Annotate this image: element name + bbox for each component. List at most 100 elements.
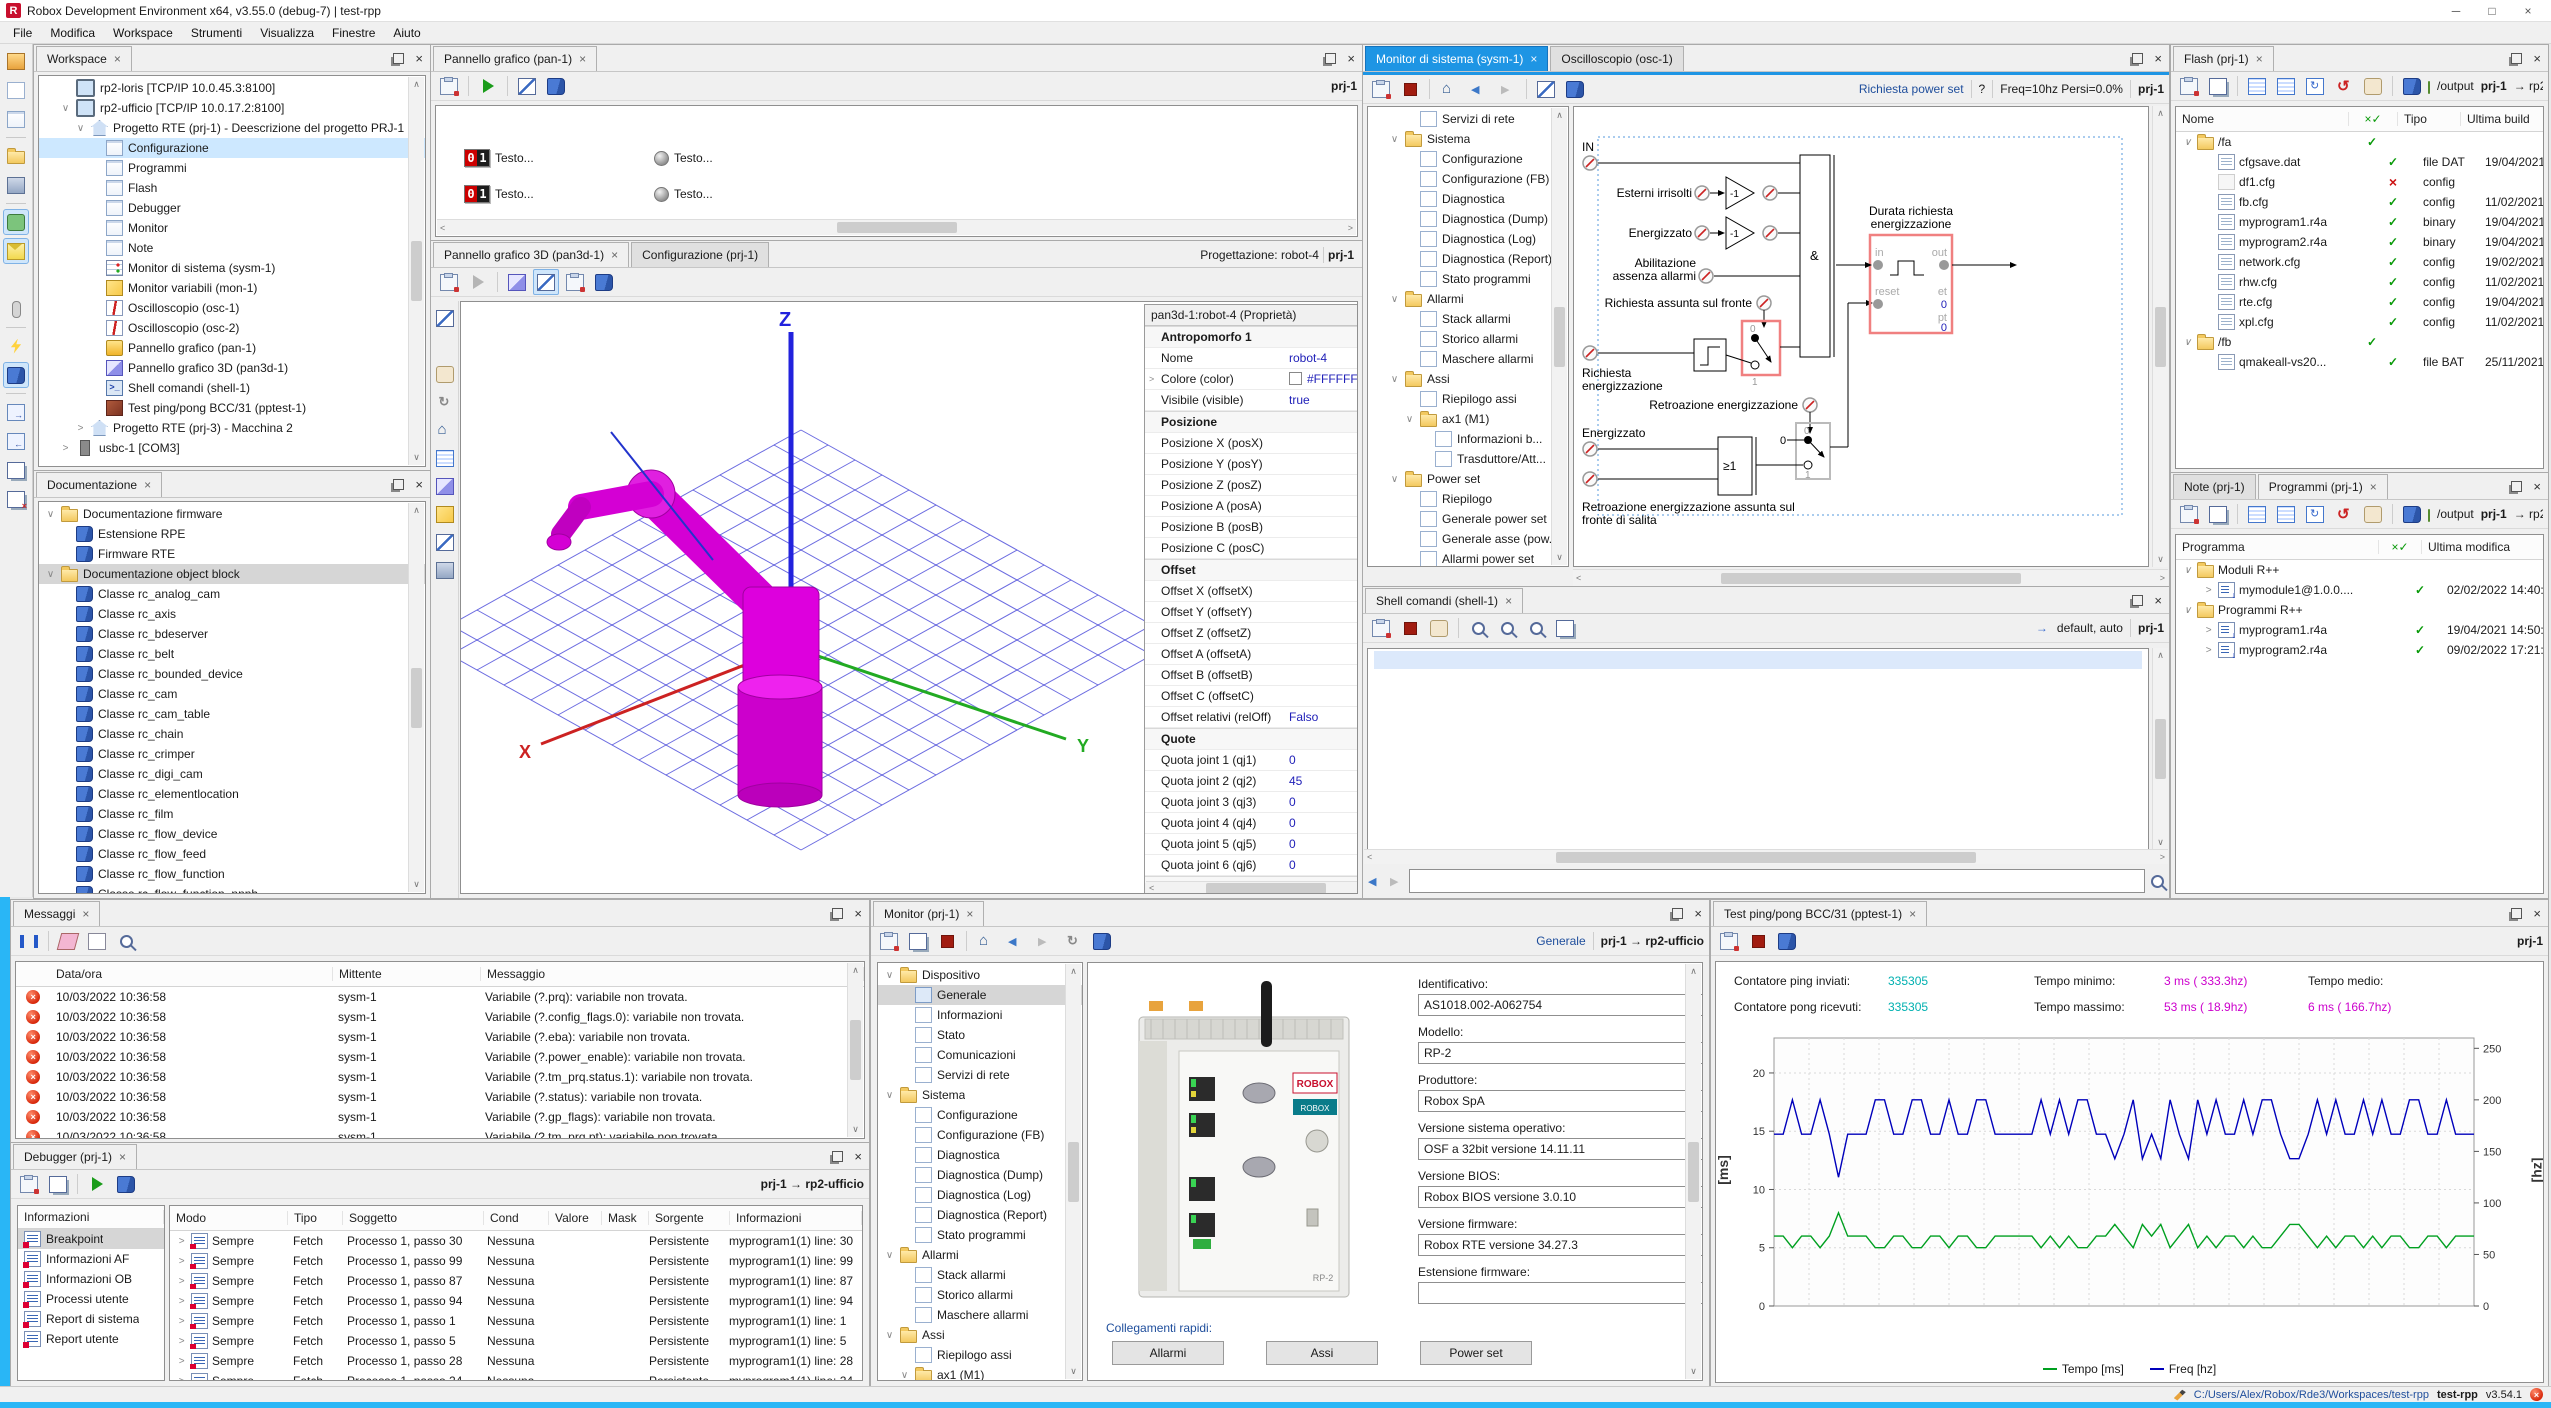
tab-graphic-3d[interactable]: Pannello grafico 3D (pan3d-1)× [433, 242, 629, 267]
panel-widget[interactable]: 01 Testo... [464, 146, 654, 170]
property-row[interactable]: Quota joint 3 (qj3) 0 [1145, 792, 1358, 813]
float-panel-icon[interactable] [832, 1151, 843, 1162]
tree-item[interactable]: Informazioni [878, 1005, 1082, 1025]
property-row[interactable]: Quota joint 5 (qj5) 0 [1145, 834, 1358, 855]
tree-item[interactable]: Classe rc_film [39, 804, 425, 824]
property-row[interactable]: Offset B (offsetB) [1145, 665, 1358, 686]
tree-item[interactable]: Stato [878, 1025, 1082, 1045]
flash-file-row[interactable]: qmakeall-vs20... file BAT 25/11/2021 15:… [2176, 352, 2543, 372]
tree-item[interactable]: Riepilogo assi [878, 1345, 1082, 1365]
flash-file-row[interactable]: rte.cfg config 19/04/2021 14:23:33 [2176, 292, 2543, 312]
menu-item[interactable]: Finestre [323, 23, 384, 43]
edit-button[interactable] [562, 269, 588, 295]
message-row[interactable]: 10/03/2022 10:36:58 sysm-1 Variabile (?.… [16, 1007, 864, 1027]
zoom-in-button[interactable] [1494, 615, 1520, 641]
build-all-button[interactable] [2273, 73, 2299, 99]
expander-icon[interactable]: ∨ [1404, 414, 1415, 425]
device-field-value[interactable]: OSF a 32bit versione 14.11.11 [1418, 1138, 1703, 1160]
message-row[interactable]: 10/03/2022 10:36:58 sysm-1 Variabile (?.… [16, 1087, 864, 1107]
home-button[interactable] [973, 928, 999, 954]
property-value[interactable]: robot-4 [1289, 351, 1358, 365]
float-panel-icon[interactable] [1672, 908, 1683, 919]
tree-item[interactable]: Programmi [39, 158, 425, 178]
close-icon[interactable]: × [2370, 480, 2377, 494]
property-value[interactable]: 0 [1289, 795, 1358, 809]
float-panel-icon[interactable] [2132, 53, 2143, 64]
message-row[interactable]: 10/03/2022 10:36:58 sysm-1 Variabile (?.… [16, 1047, 864, 1067]
expander-icon[interactable]: ∨ [60, 103, 71, 114]
3d-tool-button[interactable] [432, 557, 458, 583]
views-button[interactable] [2205, 73, 2231, 99]
help-button[interactable] [543, 73, 569, 99]
tree-item[interactable]: Estensione RPE [39, 524, 425, 544]
close-panel-icon[interactable]: × [2151, 51, 2165, 66]
debugger-category-item[interactable]: Report di sistema [18, 1309, 164, 1329]
vertical-scrollbar[interactable]: ∧∨ [408, 77, 424, 465]
tree-item[interactable]: Note [39, 238, 425, 258]
tree-item[interactable]: ∨ Documentazione object block [39, 564, 425, 584]
close-icon[interactable]: × [611, 248, 618, 262]
search-button[interactable] [1465, 615, 1491, 641]
output-folder[interactable]: /output [2437, 507, 2474, 521]
debugger-category-item[interactable]: Report utente [18, 1329, 164, 1349]
quick-link-button[interactable]: Allarmi [1112, 1341, 1224, 1365]
tree-item[interactable]: Debugger [39, 198, 425, 218]
views-button[interactable] [45, 1171, 71, 1197]
build-all-button[interactable] [2273, 501, 2299, 527]
tab-workspace[interactable]: Workspace× [36, 46, 132, 71]
app-toolbar-button[interactable] [3, 209, 29, 235]
search-button[interactable] [113, 928, 139, 954]
program-row[interactable]: ∨Moduli R++ [2176, 560, 2543, 580]
help-button[interactable] [1089, 928, 1115, 954]
output-folder-icon[interactable] [2428, 509, 2430, 522]
app-toolbar-button[interactable] [3, 457, 29, 483]
tab-note[interactable]: Note (prj-1) [2173, 474, 2256, 499]
vertical-scrollbar[interactable]: ∧∨ [2152, 648, 2168, 850]
hand-button[interactable] [1426, 615, 1452, 641]
tree-item[interactable]: Diagnostica (Log) [878, 1185, 1082, 1205]
stop-button[interactable] [1397, 76, 1423, 102]
flash-file-row[interactable]: df1.cfg config [2176, 172, 2543, 192]
3d-tool-button[interactable] [432, 361, 458, 387]
tree-item[interactable]: Configurazione [1368, 149, 1568, 169]
property-row[interactable]: > Colore (color) #FFFFFF [1145, 369, 1358, 390]
tree-item[interactable]: Flash [39, 178, 425, 198]
app-toolbar-button[interactable] [6, 327, 26, 328]
status-column-icon[interactable]: ×✓ [2349, 112, 2398, 126]
debugger-category-item[interactable]: Breakpoint [18, 1229, 164, 1249]
app-toolbar-button[interactable] [6, 203, 26, 204]
design-mode-button[interactable] [533, 269, 559, 295]
tree-item[interactable]: ∨ Sistema [878, 1085, 1082, 1105]
app-toolbar-button[interactable] [3, 486, 29, 512]
tree-item[interactable]: Firmware RTE [39, 544, 425, 564]
forward-button[interactable] [1031, 928, 1057, 954]
tree-item[interactable]: Generale power set [1368, 509, 1568, 529]
tree-item[interactable]: ∨ Assi [878, 1325, 1082, 1345]
run-button[interactable] [84, 1171, 110, 1197]
views-button[interactable] [2205, 501, 2231, 527]
close-panel-icon[interactable]: × [851, 1149, 865, 1164]
message-row[interactable]: 10/03/2022 10:36:58 sysm-1 Variabile (?.… [16, 1127, 864, 1139]
expander-icon[interactable]: ∨ [899, 1370, 910, 1381]
tree-item[interactable]: ∨ Progetto RTE (prj-1) - Deescrizione de… [39, 118, 425, 138]
property-row[interactable]: Offset A (offsetA) [1145, 644, 1358, 665]
vertical-scrollbar[interactable]: ∧∨ [1551, 108, 1567, 565]
float-panel-icon[interactable] [2132, 595, 2143, 606]
tab-pingpong[interactable]: Test ping/pong BCC/31 (pptest-1)× [1713, 901, 1927, 926]
property-value[interactable]: 0 [1289, 837, 1358, 851]
tree-item[interactable]: Servizi di rete [878, 1065, 1082, 1085]
menu-item[interactable]: Strumenti [182, 23, 251, 43]
breakpoint-row[interactable]: >Sempre Fetch Processo 1, passo 1 Nessun… [170, 1311, 862, 1331]
forward-button[interactable] [1494, 76, 1520, 102]
clear-button[interactable] [55, 928, 81, 954]
tree-item[interactable]: Riepilogo assi [1368, 389, 1568, 409]
tree-item[interactable]: > Progetto RTE (prj-3) - Macchina 2 [39, 418, 425, 438]
program-row[interactable]: ∨Programmi R++ [2176, 600, 2543, 620]
tab-configuration[interactable]: Configurazione (prj-1) [631, 242, 769, 267]
tree-item[interactable]: Stack allarmi [1368, 309, 1568, 329]
property-row[interactable]: Posizione A (posA) [1145, 496, 1358, 517]
tree-item[interactable]: Configurazione (FB) [1368, 169, 1568, 189]
help-button[interactable] [2399, 73, 2425, 99]
tree-item[interactable]: Maschere allarmi [1368, 349, 1568, 369]
tree-item[interactable]: ∨ rp2-ufficio [TCP/IP 10.0.17.2:8100] [39, 98, 425, 118]
